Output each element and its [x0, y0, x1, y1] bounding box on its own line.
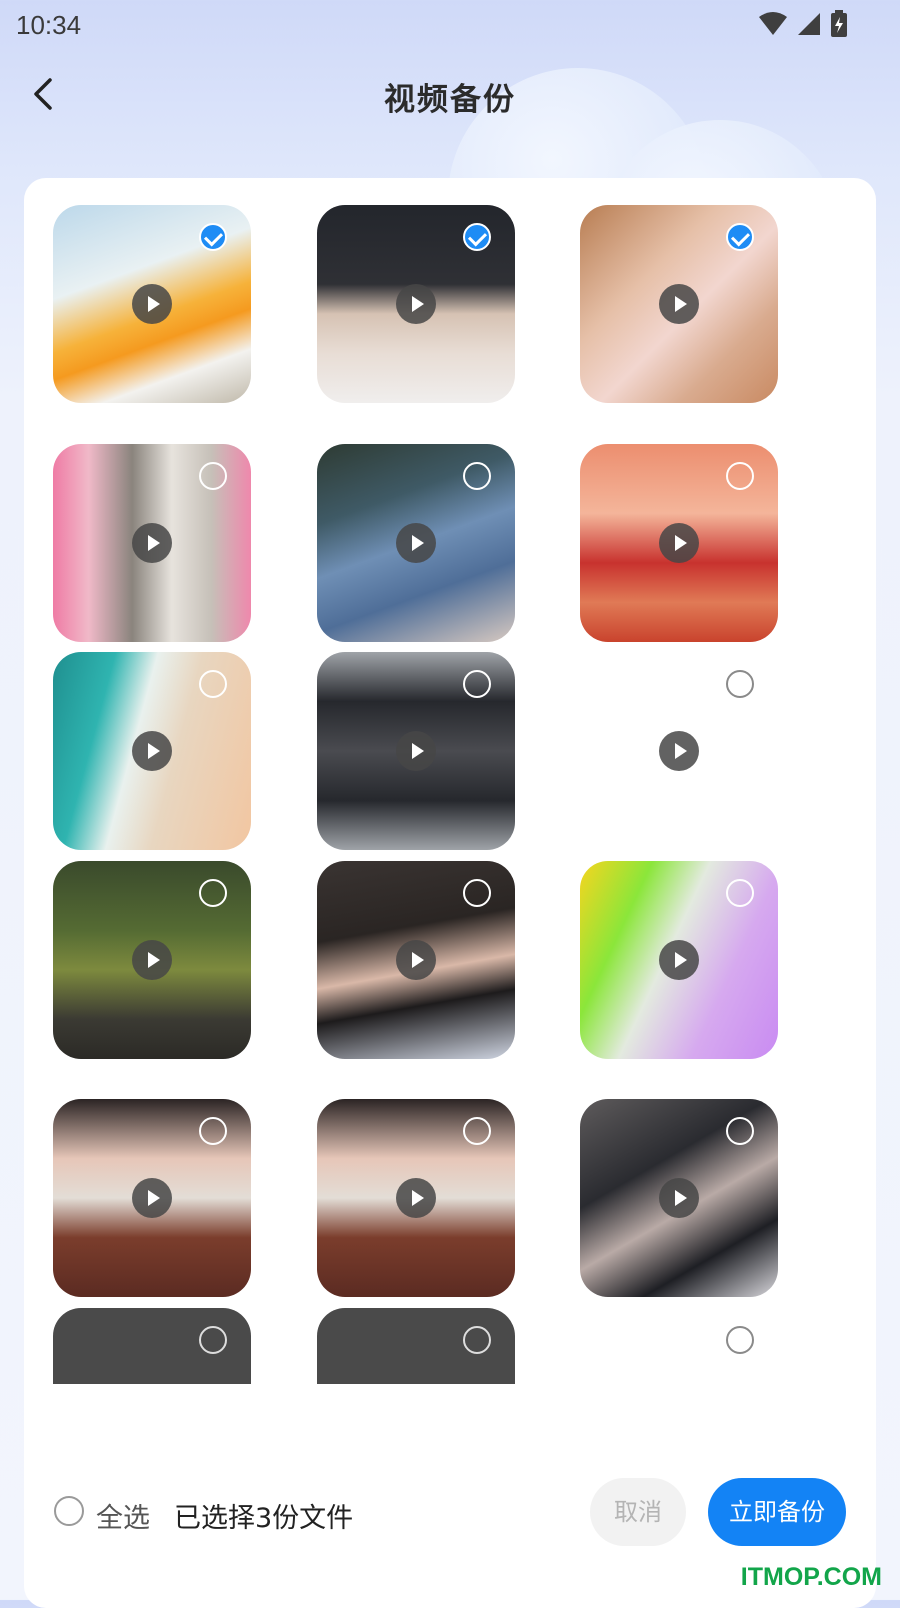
status-bar: 10:34: [0, 0, 900, 48]
play-icon[interactable]: [659, 731, 699, 771]
play-icon[interactable]: [132, 284, 172, 324]
play-icon[interactable]: [659, 1178, 699, 1218]
selection-footer: 全选 已选择3份文件 取消 立即备份: [0, 1478, 900, 1558]
selection-checkbox[interactable]: [199, 879, 227, 907]
selection-checkbox[interactable]: [463, 879, 491, 907]
selection-checkbox-checked[interactable]: [199, 223, 227, 251]
play-icon[interactable]: [659, 940, 699, 980]
selection-checkbox[interactable]: [726, 1117, 754, 1145]
video-thumbnail[interactable]: [53, 1308, 251, 1384]
selection-checkbox-checked[interactable]: [463, 223, 491, 251]
selection-checkbox[interactable]: [463, 462, 491, 490]
selection-checkbox[interactable]: [199, 1117, 227, 1145]
status-icons: [758, 10, 848, 38]
select-all-label[interactable]: 全选: [96, 1496, 150, 1535]
page-title: 视频备份: [384, 82, 516, 118]
play-icon[interactable]: [132, 940, 172, 980]
play-icon[interactable]: [396, 523, 436, 563]
play-icon[interactable]: [396, 1178, 436, 1218]
video-thumbnail[interactable]: [53, 861, 251, 1059]
play-icon[interactable]: [132, 731, 172, 771]
video-thumbnail[interactable]: [580, 444, 778, 642]
selection-checkbox[interactable]: [726, 670, 754, 698]
play-icon[interactable]: [396, 940, 436, 980]
selected-count-text: 已选择3份文件: [174, 1503, 354, 1534]
video-thumbnail[interactable]: [580, 1308, 778, 1384]
status-time: 10:34: [16, 10, 82, 40]
video-thumbnail[interactable]: [53, 205, 251, 403]
play-icon[interactable]: [659, 523, 699, 563]
backup-now-button[interactable]: 立即备份: [708, 1478, 846, 1546]
video-thumbnail[interactable]: [317, 1308, 515, 1384]
selection-checkbox[interactable]: [726, 879, 754, 907]
selection-checkbox[interactable]: [199, 462, 227, 490]
header: 视频备份: [0, 60, 900, 130]
video-thumbnail[interactable]: [580, 652, 778, 850]
select-all-checkbox[interactable]: [54, 1496, 84, 1526]
video-thumbnail[interactable]: [317, 652, 515, 850]
battery-charging-icon: [831, 10, 847, 37]
video-thumbnail[interactable]: [317, 444, 515, 642]
video-thumbnail[interactable]: [53, 1099, 251, 1297]
video-thumbnail[interactable]: [317, 205, 515, 403]
video-thumbnail[interactable]: [53, 444, 251, 642]
video-thumbnail[interactable]: [53, 652, 251, 850]
play-icon[interactable]: [132, 1178, 172, 1218]
watermark: ITMOP.COM: [740, 1563, 882, 1591]
selection-checkbox[interactable]: [463, 1117, 491, 1145]
selection-checkbox[interactable]: [726, 462, 754, 490]
play-icon[interactable]: [396, 731, 436, 771]
video-thumbnail[interactable]: [580, 861, 778, 1059]
selection-checkbox[interactable]: [726, 1326, 754, 1354]
video-thumbnail[interactable]: [580, 1099, 778, 1297]
wifi-icon: [759, 12, 787, 35]
video-thumbnail[interactable]: [317, 1099, 515, 1297]
play-icon[interactable]: [659, 284, 699, 324]
play-icon[interactable]: [132, 523, 172, 563]
play-icon[interactable]: [396, 284, 436, 324]
selection-checkbox[interactable]: [463, 670, 491, 698]
video-thumbnail[interactable]: [580, 205, 778, 403]
cancel-button[interactable]: 取消: [590, 1478, 686, 1546]
signal-icon: [798, 13, 820, 35]
selection-checkbox[interactable]: [199, 1326, 227, 1354]
selection-checkbox[interactable]: [463, 1326, 491, 1354]
video-thumbnail[interactable]: [317, 861, 515, 1059]
selection-checkbox-checked[interactable]: [726, 223, 754, 251]
selection-checkbox[interactable]: [199, 670, 227, 698]
